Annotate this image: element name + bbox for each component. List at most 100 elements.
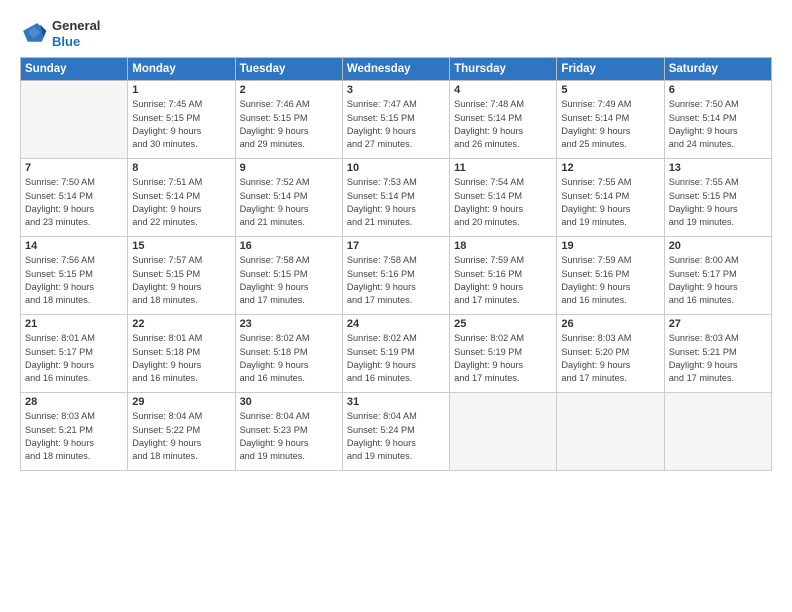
- day-number: 4: [454, 84, 552, 96]
- day-number: 13: [669, 162, 767, 174]
- day-detail: Sunrise: 8:00 AM Sunset: 5:17 PM Dayligh…: [669, 254, 767, 307]
- day-detail: Sunrise: 7:56 AM Sunset: 5:15 PM Dayligh…: [25, 254, 123, 307]
- weekday-header: Tuesday: [235, 58, 342, 81]
- day-number: 17: [347, 240, 445, 252]
- day-detail: Sunrise: 7:52 AM Sunset: 5:14 PM Dayligh…: [240, 176, 338, 229]
- day-detail: Sunrise: 8:04 AM Sunset: 5:24 PM Dayligh…: [347, 410, 445, 463]
- day-detail: Sunrise: 7:50 AM Sunset: 5:14 PM Dayligh…: [669, 98, 767, 151]
- day-detail: Sunrise: 8:03 AM Sunset: 5:21 PM Dayligh…: [25, 410, 123, 463]
- calendar-cell: 26 Sunrise: 8:03 AM Sunset: 5:20 PM Dayli…: [557, 315, 664, 393]
- calendar-cell: 18 Sunrise: 7:59 AM Sunset: 5:16 PM Dayli…: [450, 237, 557, 315]
- weekday-header: Thursday: [450, 58, 557, 81]
- day-detail: Sunrise: 7:48 AM Sunset: 5:14 PM Dayligh…: [454, 98, 552, 151]
- weekday-header: Saturday: [664, 58, 771, 81]
- day-number: 20: [669, 240, 767, 252]
- day-number: 22: [132, 318, 230, 330]
- calendar-cell: [664, 393, 771, 471]
- calendar-cell: [21, 81, 128, 159]
- day-number: 14: [25, 240, 123, 252]
- day-detail: Sunrise: 8:02 AM Sunset: 5:18 PM Dayligh…: [240, 332, 338, 385]
- calendar-cell: 11 Sunrise: 7:54 AM Sunset: 5:14 PM Dayli…: [450, 159, 557, 237]
- day-detail: Sunrise: 8:04 AM Sunset: 5:23 PM Dayligh…: [240, 410, 338, 463]
- calendar-cell: 7 Sunrise: 7:50 AM Sunset: 5:14 PM Daylig…: [21, 159, 128, 237]
- calendar-week-row: 14 Sunrise: 7:56 AM Sunset: 5:15 PM Dayli…: [21, 237, 772, 315]
- day-detail: Sunrise: 7:59 AM Sunset: 5:16 PM Dayligh…: [561, 254, 659, 307]
- weekday-header: Sunday: [21, 58, 128, 81]
- calendar-week-row: 7 Sunrise: 7:50 AM Sunset: 5:14 PM Daylig…: [21, 159, 772, 237]
- day-number: 5: [561, 84, 659, 96]
- day-number: 15: [132, 240, 230, 252]
- calendar-cell: 8 Sunrise: 7:51 AM Sunset: 5:14 PM Daylig…: [128, 159, 235, 237]
- day-detail: Sunrise: 8:02 AM Sunset: 5:19 PM Dayligh…: [454, 332, 552, 385]
- calendar-cell: 28 Sunrise: 8:03 AM Sunset: 5:21 PM Dayli…: [21, 393, 128, 471]
- day-number: 7: [25, 162, 123, 174]
- calendar-cell: 20 Sunrise: 8:00 AM Sunset: 5:17 PM Dayli…: [664, 237, 771, 315]
- weekday-header: Wednesday: [342, 58, 449, 81]
- day-detail: Sunrise: 7:53 AM Sunset: 5:14 PM Dayligh…: [347, 176, 445, 229]
- day-detail: Sunrise: 7:47 AM Sunset: 5:15 PM Dayligh…: [347, 98, 445, 151]
- day-number: 9: [240, 162, 338, 174]
- day-number: 6: [669, 84, 767, 96]
- day-detail: Sunrise: 7:58 AM Sunset: 5:16 PM Dayligh…: [347, 254, 445, 307]
- day-number: 31: [347, 396, 445, 408]
- day-number: 25: [454, 318, 552, 330]
- day-number: 28: [25, 396, 123, 408]
- day-number: 26: [561, 318, 659, 330]
- day-number: 27: [669, 318, 767, 330]
- day-detail: Sunrise: 7:49 AM Sunset: 5:14 PM Dayligh…: [561, 98, 659, 151]
- calendar-cell: 3 Sunrise: 7:47 AM Sunset: 5:15 PM Daylig…: [342, 81, 449, 159]
- calendar-cell: 27 Sunrise: 8:03 AM Sunset: 5:21 PM Dayli…: [664, 315, 771, 393]
- calendar-cell: 30Sunrise: 8:04 AM Sunset: 5:23 PM Dayli…: [235, 393, 342, 471]
- day-number: 24: [347, 318, 445, 330]
- calendar-cell: [557, 393, 664, 471]
- day-detail: Sunrise: 8:04 AM Sunset: 5:22 PM Dayligh…: [132, 410, 230, 463]
- page: General Blue SundayMondayTuesdayWednesda…: [0, 0, 792, 612]
- calendar-cell: 12Sunrise: 7:55 AM Sunset: 5:14 PM Dayli…: [557, 159, 664, 237]
- calendar-cell: 25 Sunrise: 8:02 AM Sunset: 5:19 PM Dayli…: [450, 315, 557, 393]
- day-detail: Sunrise: 7:59 AM Sunset: 5:16 PM Dayligh…: [454, 254, 552, 307]
- calendar-cell: [450, 393, 557, 471]
- calendar-cell: 17 Sunrise: 7:58 AM Sunset: 5:16 PM Dayli…: [342, 237, 449, 315]
- day-number: 23: [240, 318, 338, 330]
- calendar-cell: 9 Sunrise: 7:52 AM Sunset: 5:14 PM Daylig…: [235, 159, 342, 237]
- weekday-header: Friday: [557, 58, 664, 81]
- day-number: 11: [454, 162, 552, 174]
- day-number: 8: [132, 162, 230, 174]
- calendar-week-row: 28 Sunrise: 8:03 AM Sunset: 5:21 PM Dayli…: [21, 393, 772, 471]
- day-number: 18: [454, 240, 552, 252]
- day-detail: Sunrise: 8:03 AM Sunset: 5:21 PM Dayligh…: [669, 332, 767, 385]
- logo-text: General Blue: [52, 18, 100, 49]
- calendar-cell: 13Sunrise: 7:55 AM Sunset: 5:15 PM Dayli…: [664, 159, 771, 237]
- calendar-cell: 5 Sunrise: 7:49 AM Sunset: 5:14 PM Daylig…: [557, 81, 664, 159]
- day-number: 10: [347, 162, 445, 174]
- calendar-cell: 22Sunrise: 8:01 AM Sunset: 5:18 PM Dayli…: [128, 315, 235, 393]
- day-detail: Sunrise: 7:50 AM Sunset: 5:14 PM Dayligh…: [25, 176, 123, 229]
- calendar-cell: 2 Sunrise: 7:46 AM Sunset: 5:15 PM Daylig…: [235, 81, 342, 159]
- day-detail: Sunrise: 8:01 AM Sunset: 5:17 PM Dayligh…: [25, 332, 123, 385]
- day-number: 29: [132, 396, 230, 408]
- calendar-cell: 21 Sunrise: 8:01 AM Sunset: 5:17 PM Dayli…: [21, 315, 128, 393]
- header: General Blue: [20, 18, 772, 49]
- day-number: 3: [347, 84, 445, 96]
- day-number: 21: [25, 318, 123, 330]
- day-detail: Sunrise: 7:57 AM Sunset: 5:15 PM Dayligh…: [132, 254, 230, 307]
- day-number: 2: [240, 84, 338, 96]
- day-detail: Sunrise: 7:46 AM Sunset: 5:15 PM Dayligh…: [240, 98, 338, 151]
- calendar-cell: 10 Sunrise: 7:53 AM Sunset: 5:14 PM Dayli…: [342, 159, 449, 237]
- calendar-cell: 29 Sunrise: 8:04 AM Sunset: 5:22 PM Dayli…: [128, 393, 235, 471]
- day-number: 16: [240, 240, 338, 252]
- day-number: 19: [561, 240, 659, 252]
- weekday-header-row: SundayMondayTuesdayWednesdayThursdayFrid…: [21, 58, 772, 81]
- day-detail: Sunrise: 8:03 AM Sunset: 5:20 PM Dayligh…: [561, 332, 659, 385]
- logo: General Blue: [20, 18, 100, 49]
- weekday-header: Monday: [128, 58, 235, 81]
- logo-icon: [20, 20, 48, 48]
- day-number: 12: [561, 162, 659, 174]
- calendar-cell: 1 Sunrise: 7:45 AM Sunset: 5:15 PM Daylig…: [128, 81, 235, 159]
- day-detail: Sunrise: 7:54 AM Sunset: 5:14 PM Dayligh…: [454, 176, 552, 229]
- day-detail: Sunrise: 7:58 AM Sunset: 5:15 PM Dayligh…: [240, 254, 338, 307]
- day-number: 1: [132, 84, 230, 96]
- day-detail: Sunrise: 7:45 AM Sunset: 5:15 PM Dayligh…: [132, 98, 230, 151]
- day-detail: Sunrise: 8:02 AM Sunset: 5:19 PM Dayligh…: [347, 332, 445, 385]
- day-detail: Sunrise: 7:51 AM Sunset: 5:14 PM Dayligh…: [132, 176, 230, 229]
